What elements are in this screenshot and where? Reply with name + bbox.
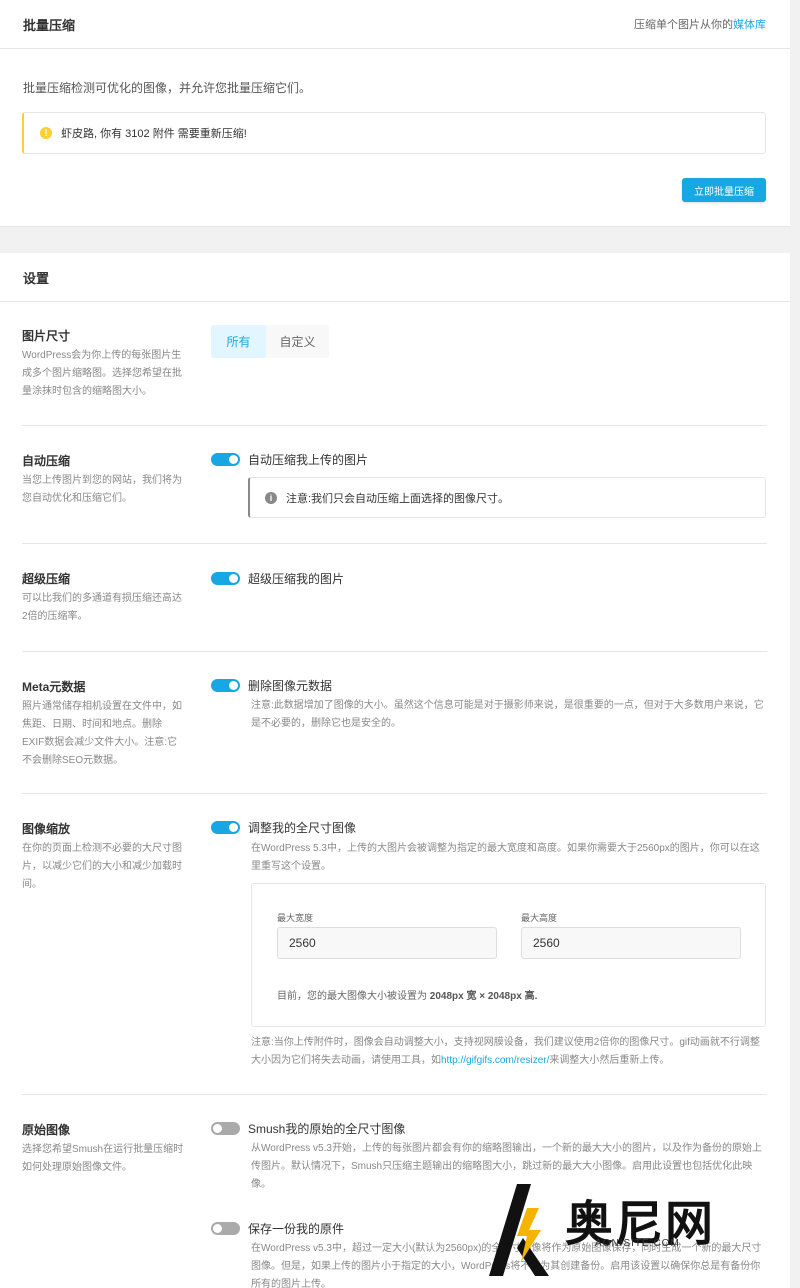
bulk-smush-card: 批量压缩 压缩单个图片从你的媒体库 批量压缩检测可优化的图像，并允许您批量压缩它… [0,0,790,227]
image-sizes-title: 图片尺寸 [22,329,71,343]
image-sizes-desc: WordPress会为你上传的每张图片生成多个图片缩略图。选择您希望在批量涂抹时… [22,350,182,397]
watermark-sub: AONISITE.COM [595,1238,680,1249]
current-size-prefix: 目前，您的最大图像大小被设置为 [277,991,427,1002]
info-icon: i [265,491,277,504]
resize-footnote: 注意:当你上传附件时，图像会自动调整大小，支持视网膜设备，我们建议使用2倍你的图… [251,1034,765,1070]
max-height-input[interactable] [521,927,741,959]
auto-smush-note: i 注意:我们只会自动压缩上面选择的图像尺寸。 [248,477,766,518]
current-size-text: 目前，您的最大图像大小被设置为 2048px 宽 × 2048px 高. [277,987,537,1002]
resize-desc: 在你的页面上检测不必要的大尺寸图片，以减少它们的大小和减少加载时间。 [22,843,182,890]
resmush-notice: ! 虾皮路, 你有 3102 附件 需要重新压缩! [22,112,766,154]
tab-custom[interactable]: 自定义 [266,325,329,358]
super-smush-desc: 可以比我们的多通道有损压缩还高达2倍的压缩率。 [22,593,182,622]
settings-card-header: 设置 [0,253,790,302]
auto-smush-desc: 当您上传图片到您的网站，我们将为您自动优化和压缩它们。 [22,475,182,504]
settings-title: 设置 [23,270,50,286]
smush-original-toggle[interactable] [211,1122,240,1135]
resize-dimensions-box: 最大宽度 最大高度 目前，您的最大图像大小被设置为 2048px 宽 × 204… [251,883,766,1027]
resize-toggle[interactable] [211,821,240,834]
auto-smush-toggle[interactable] [211,453,240,466]
resize-title: 图像缩放 [22,822,71,836]
metadata-label: 删除图像元数据 [248,679,333,693]
max-height-label: 最大高度 [521,913,558,923]
metadata-title: Meta元数据 [22,680,86,694]
resize-note: 在WordPress 5.3中，上传的大图片会被调整为指定的最大宽度和高度。如果… [251,843,760,872]
max-width-label: 最大宽度 [277,913,314,923]
auto-smush-title: 自动压缩 [22,454,71,468]
smush-original-label: Smush我的原始的全尺寸图像 [248,1122,406,1136]
super-smush-label: 超级压缩我的图片 [248,572,345,586]
resize-footnote-suffix: 来调整大小然后重新上传。 [549,1055,670,1066]
header-text: 压缩单个图片从你的媒体库 [634,16,766,32]
backup-original-toggle[interactable] [211,1222,240,1235]
notice-text: 虾皮路, 你有 3102 附件 需要重新压缩! [61,128,247,140]
super-smush-title: 超级压缩 [22,572,71,586]
media-library-link[interactable]: 媒体库 [733,19,766,31]
auto-note-text: 注意:我们只会自动压缩上面选择的图像尺寸。 [286,492,510,505]
original-images-title: 原始图像 [22,1123,71,1137]
metadata-desc: 照片通常储存相机设置在文件中，如焦距、日期、时间和地点。删除EXIF数据会减少文… [22,701,182,766]
bulk-intro: 批量压缩检测可优化的图像，并允许您批量压缩它们。 [23,81,312,95]
warning-icon: ! [40,127,52,139]
auto-smush-label: 自动压缩我上传的图片 [248,453,369,467]
metadata-toggle[interactable] [211,679,240,692]
tab-all[interactable]: 所有 [211,325,266,358]
bulk-smush-button[interactable]: 立即批量压缩 [682,178,766,202]
image-sizes-tabs: 所有 自定义 [211,325,329,358]
gifgifs-link[interactable]: http://gifgifs.com/resizer/ [441,1055,549,1066]
super-smush-toggle[interactable] [211,572,240,585]
bulk-card-header: 批量压缩 压缩单个图片从你的媒体库 [0,0,790,49]
metadata-note: 注意:此数据增加了图像的大小。虽然这个信息可能是对于摄影师来说，是很重要的一点，… [251,700,764,729]
max-width-input[interactable] [277,927,497,959]
bulk-title: 批量压缩 [23,17,76,33]
current-size-value: 2048px 宽 × 2048px 高. [429,991,538,1002]
watermark-logo-icon [489,1184,549,1276]
header-text-prefix: 压缩单个图片从你的 [634,19,733,31]
resize-label: 调整我的全尺寸图像 [248,821,357,835]
super-smush-row: 超级压缩 可以比我们的多通道有损压缩还高达2倍的压缩率。 [22,544,767,652]
image-sizes-row: 图片尺寸 WordPress会为你上传的每张图片生成多个图片缩略图。选择您希望在… [22,301,767,426]
original-images-desc: 选择您希望Smush在运行批量压缩时如何处理原始图像文件。 [22,1144,184,1173]
backup-original-label: 保存一份我的原件 [248,1222,345,1236]
watermark: 奥尼网 AONISITE.COM [487,1178,767,1288]
